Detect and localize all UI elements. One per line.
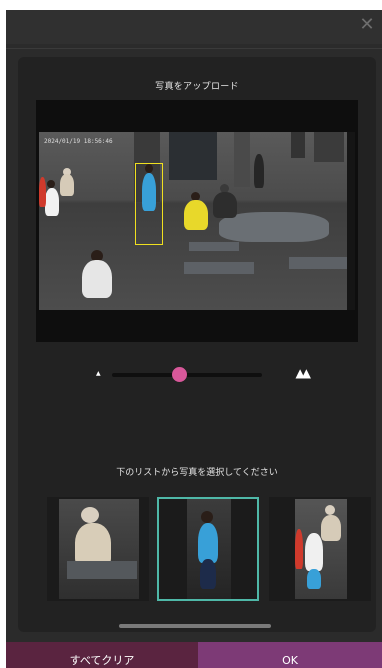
preview-photo: 2024/01/19 18:56:46 bbox=[39, 132, 355, 310]
thumbnail-2[interactable] bbox=[157, 497, 259, 601]
photo-viewer: 2024/01/19 18:56:46 bbox=[36, 100, 358, 342]
thumbnail-image bbox=[295, 499, 347, 599]
bench bbox=[289, 257, 349, 269]
thumbnail-3[interactable] bbox=[269, 497, 371, 601]
person-head bbox=[47, 180, 55, 188]
person bbox=[82, 260, 112, 298]
upload-dialog: ✕ 写真をアップロード 2024/01/19 18:56:46 ▲ ▲▲ 下のリ… bbox=[6, 10, 382, 668]
close-icon[interactable]: ✕ bbox=[356, 14, 378, 36]
bench bbox=[184, 262, 254, 274]
person bbox=[184, 200, 208, 230]
divider bbox=[6, 48, 382, 49]
content-panel: 写真をアップロード 2024/01/19 18:56:46 ▲ ▲▲ 下のリスト… bbox=[18, 57, 376, 632]
clear-all-button[interactable]: すべてクリア bbox=[6, 642, 198, 668]
person bbox=[213, 192, 237, 218]
dialog-top-bar: ✕ bbox=[6, 10, 382, 44]
photo-edge bbox=[347, 132, 355, 310]
thumbnail-image bbox=[187, 499, 231, 599]
building-column bbox=[234, 132, 250, 187]
footer-actions: すべてクリア OK bbox=[6, 642, 382, 668]
instruction-text: 下のリストから写真を選択してください bbox=[116, 468, 278, 478]
slider-thumb[interactable] bbox=[172, 367, 187, 382]
building-glass bbox=[169, 132, 217, 180]
detection-box bbox=[135, 163, 163, 245]
ok-button[interactable]: OK bbox=[198, 642, 382, 668]
thumbnail-scrollbar[interactable] bbox=[119, 624, 271, 628]
person bbox=[254, 154, 264, 188]
building-column bbox=[291, 132, 305, 158]
bench bbox=[189, 242, 239, 251]
thumbnail-1[interactable] bbox=[47, 497, 149, 601]
person bbox=[39, 177, 46, 207]
mountain-large-icon: ▲▲ bbox=[295, 366, 312, 380]
person bbox=[45, 188, 59, 216]
zoom-slider[interactable]: ▲ ▲▲ bbox=[88, 366, 312, 384]
mountain-small-icon: ▲ bbox=[96, 370, 101, 377]
thumbnail-list bbox=[47, 497, 371, 605]
building-column bbox=[314, 132, 344, 162]
timestamp: 2024/01/19 18:56:46 bbox=[44, 138, 113, 145]
person bbox=[60, 174, 74, 196]
dialog-title: 写真をアップロード bbox=[155, 82, 239, 92]
thumbnail-image bbox=[59, 499, 139, 599]
slider-track[interactable] bbox=[112, 373, 262, 377]
